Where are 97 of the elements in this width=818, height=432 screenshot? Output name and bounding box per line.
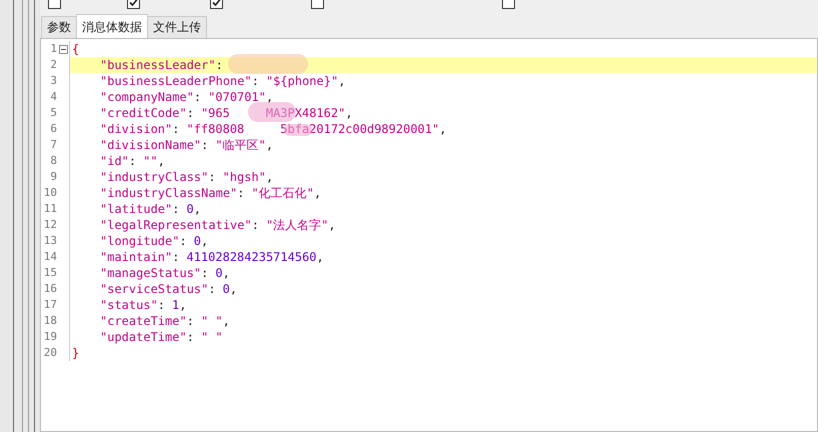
json-value: "965 — [200, 105, 230, 121]
comma: , — [316, 249, 324, 265]
colon: : — [252, 73, 259, 89]
line-number: 1 — [49, 41, 57, 57]
colon: : — [128, 153, 136, 169]
json-value: "hgsh" — [222, 169, 266, 185]
json-value: 411028284235714560 — [186, 249, 317, 265]
json-value: " " — [200, 313, 223, 329]
line-number: 9 — [49, 169, 57, 185]
json-key: "companyName" — [100, 89, 194, 105]
comma: , — [158, 153, 165, 169]
colon: : — [172, 249, 180, 265]
colon: : — [172, 201, 180, 217]
comma: , — [266, 169, 274, 185]
colon: : — [186, 313, 194, 329]
json-key: "legalRepresentative" — [100, 217, 252, 233]
json-key: "status" — [100, 297, 158, 313]
line-number: 10 — [42, 185, 57, 201]
colon: : — [179, 233, 187, 249]
json-value: "070701" — [208, 89, 266, 105]
json-value: "法人名字" — [266, 217, 328, 233]
comma: , — [179, 297, 186, 313]
json-value: 1 — [172, 297, 180, 313]
brace: } — [72, 345, 80, 361]
line-number: 3 — [49, 73, 57, 89]
line-number: 5 — [49, 105, 57, 121]
json-key: "manageStatus" — [100, 265, 202, 281]
json-key: "businessLeaderPhone" — [100, 73, 252, 89]
json-key: "serviceStatus" — [100, 281, 208, 297]
brace: { — [72, 41, 80, 57]
comma: , — [345, 105, 353, 121]
comma: , — [439, 121, 446, 137]
line-number: 18 — [42, 313, 57, 329]
comma: , — [200, 233, 208, 249]
json-key: "creditCode" — [100, 105, 187, 121]
comma: , — [222, 265, 230, 281]
json-value: "化工石化" — [252, 185, 314, 201]
line-number: 20 — [42, 345, 57, 361]
colon: : — [194, 89, 202, 105]
json-key: "longitude" — [100, 233, 180, 249]
json-value: " " — [200, 329, 223, 345]
comma: , — [222, 313, 230, 329]
json-value: "临平区" — [215, 137, 266, 153]
json-value: MA3PX48162" — [266, 105, 346, 121]
comma: , — [230, 281, 238, 297]
line-number: 8 — [49, 153, 57, 169]
json-value: 5bfa20172c00d98920001" — [280, 121, 440, 137]
colon: : — [208, 281, 216, 297]
colon: : — [216, 57, 223, 73]
line-number: 2 — [49, 57, 57, 73]
line-number: 6 — [49, 121, 57, 137]
colon: : — [186, 329, 194, 345]
line-number: 7 — [49, 137, 57, 153]
json-key: "id" — [100, 153, 129, 169]
comma: , — [266, 137, 274, 153]
tab[interactable]: 消息体数据 — [76, 14, 148, 38]
line-number: 15 — [42, 265, 57, 281]
collapse-icon[interactable] — [58, 44, 68, 54]
line-number: 11 — [42, 201, 57, 217]
json-value: "${phone}" — [266, 73, 338, 89]
json-key: "industryClass" — [100, 169, 208, 185]
comma: , — [266, 89, 274, 105]
json-key: "industryClassName" — [100, 185, 238, 201]
comma: , — [338, 73, 346, 89]
tab[interactable]: 文件上传 — [147, 16, 207, 38]
json-key: "division" — [100, 121, 172, 137]
comma: , — [328, 217, 336, 233]
json-value: 0 — [222, 281, 230, 297]
colon: : — [158, 297, 166, 313]
json-key: "maintain" — [100, 249, 172, 265]
json-value: 0 — [194, 233, 201, 249]
colon: : — [172, 121, 180, 137]
line-number: 13 — [42, 233, 57, 249]
json-value: "" — [143, 153, 158, 169]
json-value: "ff80808 — [186, 121, 244, 137]
line-number: 16 — [42, 281, 57, 297]
json-key: "createTime" — [100, 313, 187, 329]
comma: , — [314, 185, 322, 201]
colon: : — [208, 169, 216, 185]
tab[interactable]: 参数 — [41, 16, 77, 38]
json-key: "businessLeader" — [100, 57, 216, 73]
json-key: "latitude" — [100, 201, 172, 217]
colon: : — [201, 265, 208, 281]
colon: : — [252, 217, 259, 233]
line-number: 17 — [42, 297, 57, 313]
comma: , — [194, 201, 201, 217]
colon: : — [201, 137, 208, 153]
json-key: "divisionName" — [100, 137, 202, 153]
colon: : — [186, 105, 194, 121]
colon: : — [237, 185, 245, 201]
line-number: 12 — [42, 217, 57, 233]
line-number: 4 — [49, 89, 57, 105]
line-number: 19 — [42, 329, 57, 345]
json-value: 0 — [186, 201, 194, 217]
json-value: 0 — [215, 265, 223, 281]
json-key: "updateTime" — [100, 329, 187, 345]
line-number: 14 — [42, 249, 57, 265]
